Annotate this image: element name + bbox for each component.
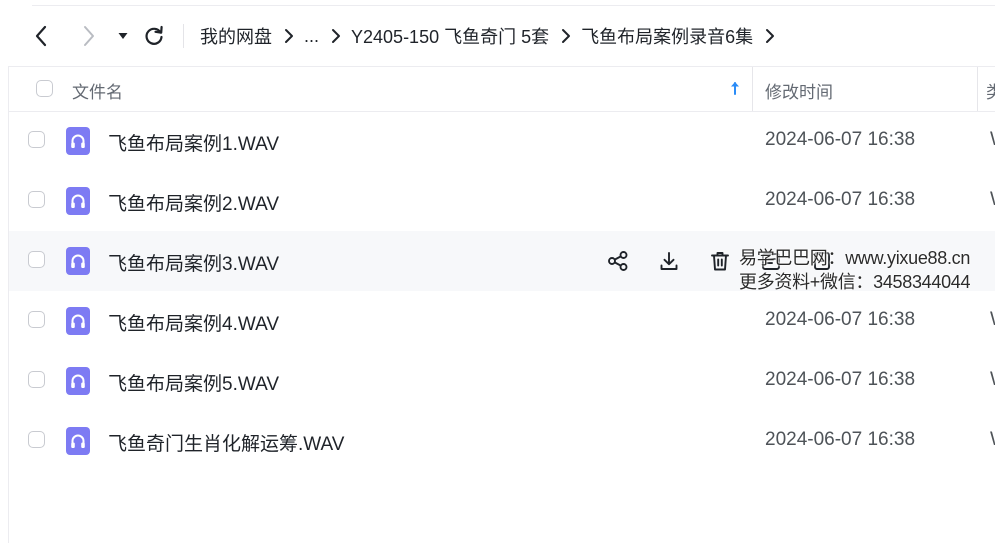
breadcrumb: 我的网盘 ... Y2405-150 飞鱼奇门 5套 飞鱼布局案例录音6集: [200, 23, 785, 49]
file-name[interactable]: 飞鱼奇门生肖化解运筹.WAV: [108, 429, 344, 456]
watermark-line-1: 易学巴巴网：www.yixue88.cn: [739, 248, 971, 268]
audio-file-icon: [66, 187, 90, 215]
top-divider: [32, 5, 995, 6]
refresh-icon: [145, 25, 163, 45]
audio-file-icon: [66, 367, 90, 395]
file-modified-time: 2024-06-07 16:38: [765, 369, 916, 390]
table-row[interactable]: 飞鱼布局案例4.WAV 2024-06-07 16:38 WAV: [9, 291, 995, 351]
audio-file-icon: [66, 247, 90, 275]
select-all-checkbox[interactable]: [36, 80, 53, 97]
table-row[interactable]: 飞鱼奇门生肖化解运筹.WAV 2024-06-07 16:38 WAV: [9, 411, 995, 471]
file-type-clip: WAV: [986, 291, 995, 351]
file-name[interactable]: 飞鱼布局案例5.WAV: [108, 369, 279, 396]
file-type-clip: WAV: [986, 351, 995, 411]
column-header-type-clip: 类: [977, 67, 995, 111]
breadcrumb-item-folder[interactable]: Y2405-150 飞鱼奇门 5套: [351, 23, 549, 49]
breadcrumb-separator-icon: [561, 28, 571, 44]
chevron-right-icon: [84, 26, 94, 46]
watermark: 易学巴巴网：www.yixue88.cn 更多资料+微信：3458344044: [739, 246, 971, 294]
nav-divider: [183, 24, 184, 48]
refresh-button[interactable]: [141, 22, 167, 50]
file-manager-window: 我的网盘 ... Y2405-150 飞鱼奇门 5套 飞鱼布局案例录音6集 文件…: [0, 0, 995, 543]
file-name[interactable]: 飞鱼布局案例1.WAV: [108, 129, 279, 156]
breadcrumb-item-ellipsis[interactable]: ...: [304, 26, 319, 47]
file-type: WAV: [990, 309, 995, 331]
share-icon: [608, 251, 628, 271]
file-modified-time: 2024-06-07 16:38: [765, 129, 916, 150]
column-resize-handle[interactable]: [752, 67, 753, 111]
audio-file-icon: [66, 307, 90, 335]
row-checkbox[interactable]: [28, 311, 45, 328]
row-checkbox[interactable]: [28, 431, 45, 448]
chevron-left-icon: [35, 25, 47, 47]
breadcrumb-separator-icon: [331, 28, 341, 44]
file-name[interactable]: 飞鱼布局案例4.WAV: [108, 309, 279, 336]
file-modified-time: 2024-06-07 16:38: [765, 309, 916, 330]
file-modified-time: 2024-06-07 16:38: [765, 189, 916, 210]
column-header-name[interactable]: 文件名: [72, 78, 123, 103]
column-header-type[interactable]: 类: [986, 78, 995, 103]
file-type: WAV: [990, 129, 995, 151]
watermark-line-2: 更多资料+微信：3458344044: [739, 272, 971, 292]
audio-file-icon: [66, 427, 90, 455]
file-type-clip: WAV: [986, 171, 995, 231]
navigation-bar: 我的网盘 ... Y2405-150 飞鱼奇门 5套 飞鱼布局案例录音6集: [0, 14, 995, 58]
column-header-modified[interactable]: 修改时间: [765, 78, 833, 103]
forward-button[interactable]: [76, 22, 102, 50]
row-checkbox[interactable]: [28, 191, 45, 208]
share-button[interactable]: [605, 248, 631, 274]
breadcrumb-item-current-folder[interactable]: 飞鱼布局案例录音6集: [581, 23, 753, 49]
audio-file-icon: [66, 127, 90, 155]
row-checkbox[interactable]: [28, 251, 45, 268]
file-type: WAV: [990, 369, 995, 391]
breadcrumb-separator-icon: [284, 28, 294, 44]
breadcrumb-item-my-drive[interactable]: 我的网盘: [200, 23, 272, 49]
row-checkbox[interactable]: [28, 131, 45, 148]
file-type-clip: WAV: [986, 411, 995, 471]
row-checkbox[interactable]: [28, 371, 45, 388]
breadcrumb-separator-icon: [765, 28, 775, 44]
file-type-clip: WAV: [986, 111, 995, 171]
file-type: WAV: [990, 189, 995, 211]
table-row[interactable]: 飞鱼布局案例5.WAV 2024-06-07 16:38 WAV: [9, 351, 995, 411]
file-type: WAV: [990, 429, 995, 451]
download-icon: [660, 252, 678, 270]
file-name[interactable]: 飞鱼布局案例3.WAV: [108, 249, 279, 276]
history-dropdown-button[interactable]: [110, 22, 136, 50]
table-row[interactable]: 飞鱼布局案例1.WAV 2024-06-07 16:38 WAV: [9, 111, 995, 171]
sort-ascending-button[interactable]: [729, 80, 741, 101]
table-header: 文件名 修改时间 类: [9, 66, 995, 112]
arrow-up-icon: [731, 82, 739, 95]
file-modified-time: 2024-06-07 16:38: [765, 429, 916, 450]
table-row[interactable]: 飞鱼布局案例2.WAV 2024-06-07 16:38 WAV: [9, 171, 995, 231]
download-button[interactable]: [656, 248, 682, 274]
caret-down-icon: [118, 33, 128, 39]
back-button[interactable]: [28, 22, 54, 50]
file-name[interactable]: 飞鱼布局案例2.WAV: [108, 189, 279, 216]
trash-icon: [711, 252, 729, 271]
trash-button[interactable]: [707, 248, 733, 274]
